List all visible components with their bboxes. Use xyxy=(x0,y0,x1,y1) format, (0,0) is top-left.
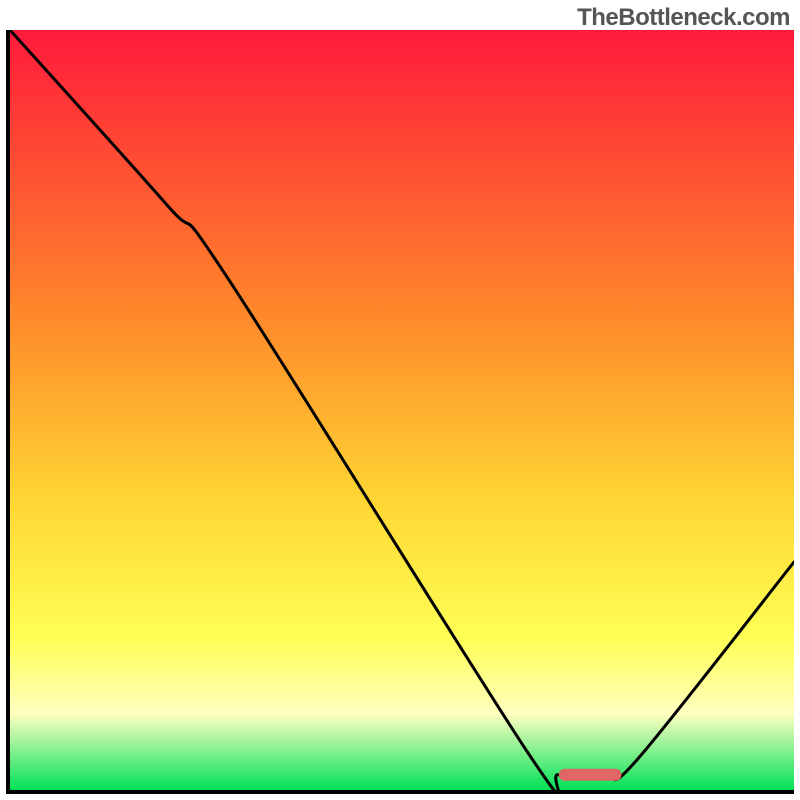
chart-container: TheBottleneck.com xyxy=(0,0,800,800)
optimal-range-marker xyxy=(559,769,622,781)
chart-svg xyxy=(10,30,794,790)
plot-area xyxy=(6,30,794,794)
watermark-text: TheBottleneck.com xyxy=(577,4,790,32)
gradient-background xyxy=(10,30,794,790)
